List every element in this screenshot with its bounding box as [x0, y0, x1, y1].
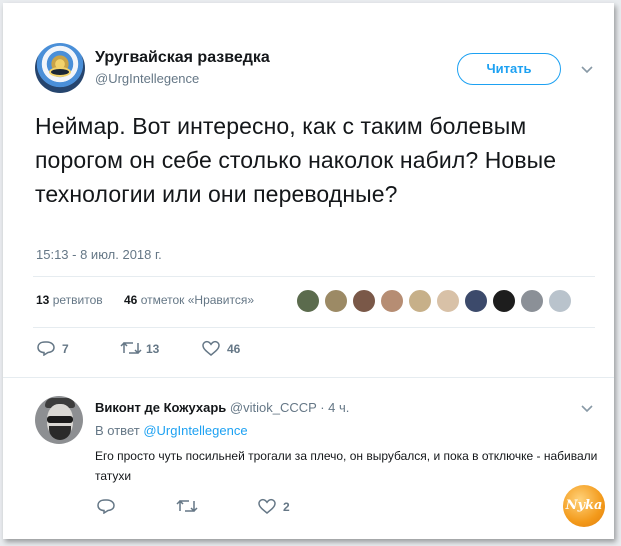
tweet-stats: 13 ретвитов 46 отметок «Нравится»	[36, 293, 264, 307]
like-count: 46	[227, 342, 241, 356]
retweet-icon	[176, 499, 198, 513]
divider	[33, 276, 595, 277]
reply-count: 7	[62, 342, 69, 356]
retweet-icon	[120, 341, 142, 355]
reply-separator: ·	[316, 400, 329, 415]
tweet-timestamp[interactable]: 15:13 - 8 июл. 2018 г.	[36, 247, 162, 262]
reply-author-avatar[interactable]	[35, 396, 83, 444]
author-handle[interactable]: @UrgIntellegence	[95, 71, 199, 86]
liker-avatar[interactable]	[436, 289, 460, 313]
heart-icon	[258, 498, 276, 514]
site-watermark-logo: Nyka	[563, 485, 605, 527]
liker-avatar[interactable]	[464, 289, 488, 313]
likes-stat[interactable]: 46 отметок «Нравится»	[124, 293, 254, 307]
reply-to-handle[interactable]: @UrgIntellegence	[143, 423, 247, 438]
retweets-stat[interactable]: 13 ретвитов	[36, 293, 103, 307]
liker-avatar[interactable]	[324, 289, 348, 313]
divider	[33, 327, 595, 328]
liker-avatar[interactable]	[296, 289, 320, 313]
liker-avatar[interactable]	[380, 289, 404, 313]
chevron-down-icon[interactable]	[580, 65, 594, 75]
heart-icon	[202, 340, 220, 356]
author-avatar[interactable]	[35, 43, 85, 93]
liker-avatar[interactable]	[520, 289, 544, 313]
reply-icon	[37, 341, 55, 356]
reply-icon	[97, 499, 115, 514]
reply-to-line: В ответ @UrgIntellegence	[95, 423, 248, 438]
reply-time[interactable]: 4 ч.	[328, 400, 349, 415]
follow-button[interactable]: Читать	[457, 53, 561, 85]
retweet-count: 13	[146, 342, 160, 356]
tweet-text: Неймар. Вот интересно, как с таким болев…	[35, 113, 557, 207]
reply-author-handle[interactable]: @vitiok_CCCP	[230, 400, 317, 415]
reply-author-name[interactable]: Виконт де Кожухарь	[95, 400, 226, 415]
liker-avatar[interactable]	[408, 289, 432, 313]
reply-header: Виконт де Кожухарь @vitiok_CCCP · 4 ч.	[95, 400, 349, 415]
chevron-down-icon[interactable]	[580, 404, 594, 414]
author-name[interactable]: Уругвайская разведка	[95, 49, 270, 67]
divider	[3, 377, 614, 378]
reply-text: Его просто чуть посильней трогали за пле…	[95, 449, 598, 483]
like-count: 2	[283, 500, 290, 514]
liker-avatar[interactable]	[352, 289, 376, 313]
reply-to-label: В ответ	[95, 423, 140, 438]
liker-avatar[interactable]	[492, 289, 516, 313]
liker-avatar[interactable]	[548, 289, 572, 313]
tweet-card: Уругвайская разведка @UrgIntellegence Чи…	[3, 3, 614, 539]
